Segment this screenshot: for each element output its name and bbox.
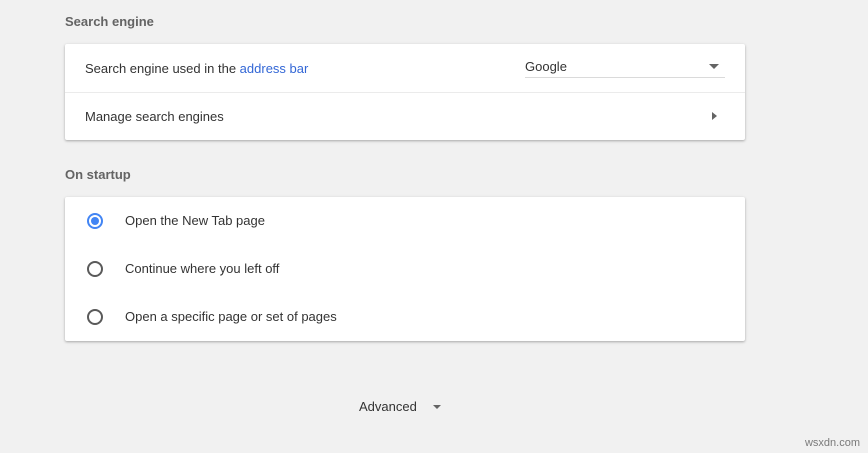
expand-arrow-icon <box>432 404 441 409</box>
settings-page: Search engine Search engine used in the … <box>0 0 868 453</box>
startup-option-specific-pages[interactable]: Open a specific page or set of pages <box>65 293 745 341</box>
search-engine-card: Search engine used in the address bar Go… <box>65 44 745 140</box>
startup-option-label: Open a specific page or set of pages <box>125 309 337 324</box>
search-engine-section-title: Search engine <box>65 14 154 29</box>
radio-button[interactable] <box>87 309 103 325</box>
startup-option-label: Continue where you left off <box>125 261 280 276</box>
on-startup-section-title: On startup <box>65 167 131 182</box>
dropdown-arrow-icon <box>709 64 719 69</box>
watermark-text: wsxdn.com <box>804 437 860 449</box>
on-startup-card: Open the New Tab page Continue where you… <box>65 197 745 341</box>
search-engine-row: Search engine used in the address bar Go… <box>65 44 745 92</box>
search-engine-row-label: Search engine used in the address bar <box>85 61 308 76</box>
startup-option-continue[interactable]: Continue where you left off <box>65 245 745 293</box>
search-engine-select[interactable]: Google <box>525 56 725 78</box>
manage-search-engines-label: Manage search engines <box>85 109 224 124</box>
startup-option-label: Open the New Tab page <box>125 213 265 228</box>
search-engine-prefix-text: Search engine used in the <box>85 60 240 76</box>
radio-button-checked[interactable] <box>87 213 103 229</box>
chevron-right-icon <box>712 112 717 120</box>
advanced-toggle-button[interactable]: Advanced <box>359 399 441 414</box>
radio-button[interactable] <box>87 261 103 277</box>
advanced-label: Advanced <box>359 399 417 414</box>
search-engine-select-value: Google <box>525 59 567 74</box>
manage-search-engines-row[interactable]: Manage search engines <box>65 92 745 140</box>
address-bar-link[interactable]: address bar <box>240 61 309 76</box>
startup-option-new-tab[interactable]: Open the New Tab page <box>65 197 745 245</box>
